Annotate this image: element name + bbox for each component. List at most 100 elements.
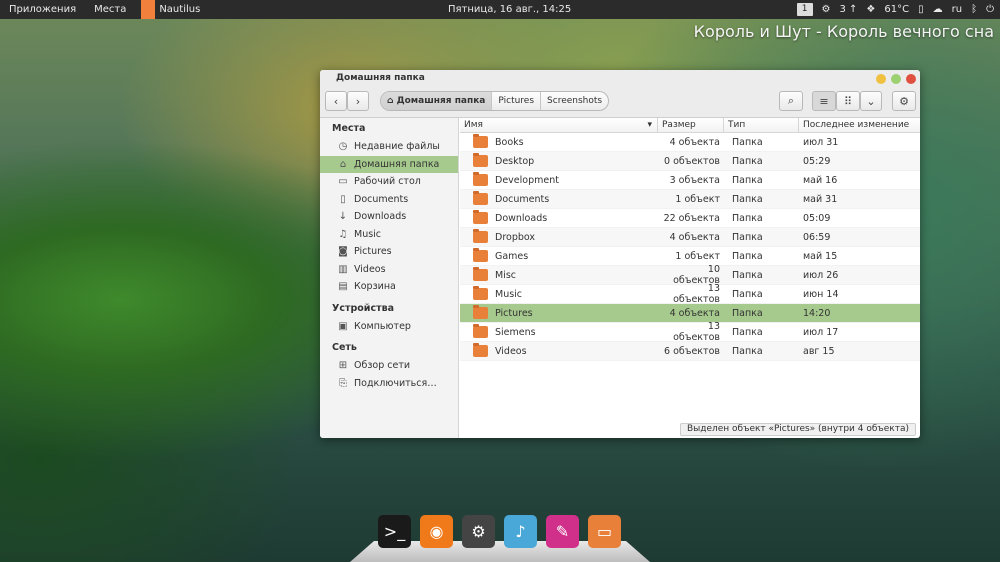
file-name: Desktop xyxy=(495,155,535,167)
clock[interactable]: Пятница, 16 авг., 14:25 xyxy=(448,0,571,19)
table-row[interactable]: Desktop 0 объектов Папка 05:29 xyxy=(460,152,920,171)
breadcrumb-home[interactable]: ⌂ Домашняя папка xyxy=(381,92,493,110)
sidebar-item-label: Videos xyxy=(354,263,386,275)
system-tray: 1 ⚙ 3 ↑ ❖ 61°C ▯ ☁ ru ᛒ ⏻ xyxy=(796,0,994,19)
column-size[interactable]: Размер xyxy=(658,118,724,132)
updates-indicator[interactable]: 3 ↑ xyxy=(840,4,858,15)
file-name-cell: Dropbox xyxy=(460,229,658,243)
steam-icon[interactable]: ⚙ xyxy=(822,4,831,15)
folder-icon xyxy=(473,134,488,148)
table-row[interactable]: Dropbox 4 объекта Папка 06:59 xyxy=(460,228,920,247)
dock-firefox-icon[interactable]: ◉ xyxy=(420,515,453,548)
table-row[interactable]: Videos 6 объектов Папка авг 15 xyxy=(460,342,920,361)
file-type: Папка xyxy=(732,155,763,167)
folder-icon xyxy=(473,343,488,357)
network-icon: ⊞ xyxy=(338,360,348,371)
folder-icon xyxy=(473,210,488,224)
sidebar-item-рабочий-стол[interactable]: ▭ Рабочий стол xyxy=(320,173,458,190)
sidebar-item-обзор-сети[interactable]: ⊞ Обзор сети xyxy=(320,357,458,374)
column-type[interactable]: Тип xyxy=(724,118,799,132)
active-app-menu[interactable]: Nautilus xyxy=(155,4,204,15)
keyboard-layout[interactable]: ru xyxy=(952,4,962,15)
maximize-button[interactable] xyxy=(891,74,901,84)
network-icon[interactable]: ☁ xyxy=(933,4,943,15)
dropbox-icon[interactable]: ❖ xyxy=(866,4,875,15)
file-name: Music xyxy=(495,288,523,300)
file-name-cell: Misc xyxy=(460,267,658,281)
grid-view-button[interactable]: ⠿ xyxy=(836,91,860,111)
settings-button[interactable]: ⚙ xyxy=(892,91,916,111)
file-name-cell: Music xyxy=(460,286,658,300)
file-size: 4 объекта xyxy=(669,307,720,319)
file-modified: май 16 xyxy=(803,174,838,186)
trash-icon: ▤ xyxy=(338,281,348,292)
sidebar-item-downloads[interactable]: ↓ Downloads xyxy=(320,208,458,225)
sidebar-item-videos[interactable]: ▥ Videos xyxy=(320,261,458,278)
sidebar-item-label: Подключиться… xyxy=(354,377,437,389)
back-button[interactable]: ‹ xyxy=(325,91,347,111)
workspace-indicator[interactable]: 1 xyxy=(796,3,813,16)
forward-button[interactable]: › xyxy=(347,91,369,111)
sidebar-item-домашняя-папка[interactable]: ⌂ Домашняя папка xyxy=(320,155,458,173)
file-size: 3 объекта xyxy=(669,174,720,186)
view-options-button[interactable]: ⌄ xyxy=(860,91,882,111)
file-name: Siemens xyxy=(495,326,536,338)
folder-icon xyxy=(473,191,488,205)
devices-header: Устройства xyxy=(332,303,395,314)
file-modified: 05:09 xyxy=(803,212,831,224)
title-bar[interactable]: Домашняя папка xyxy=(320,70,920,88)
file-name-cell: Videos xyxy=(460,343,658,357)
sidebar-item-documents[interactable]: ▯ Documents xyxy=(320,191,458,208)
dock-steam-icon[interactable]: ⚙ xyxy=(462,515,495,548)
sidebar-item-music[interactable]: ♫ Music xyxy=(320,226,458,243)
file-size: 1 объект xyxy=(675,193,720,205)
file-name: Pictures xyxy=(495,307,533,319)
table-row[interactable]: Downloads 22 объекта Папка 05:09 xyxy=(460,209,920,228)
minimize-button[interactable] xyxy=(876,74,886,84)
sidebar-item-label: Недавние файлы xyxy=(354,141,440,152)
bluetooth-icon[interactable]: ᛒ xyxy=(971,4,977,15)
file-type: Папка xyxy=(732,212,763,224)
table-row[interactable]: Books 4 объекта Папка июл 31 xyxy=(460,133,920,152)
list-view-button[interactable]: ≡ xyxy=(812,91,836,111)
table-row[interactable]: Music 13 объектов Папка июн 14 xyxy=(460,283,920,305)
network-header: Сеть xyxy=(332,342,357,353)
sidebar-item-компьютер[interactable]: ▣ Компьютер xyxy=(320,318,458,335)
sidebar-item-pictures[interactable]: ◙ Pictures xyxy=(320,243,458,260)
sidebar-item-подключиться…[interactable]: ⎘ Подключиться… xyxy=(320,375,458,392)
folder-icon xyxy=(473,229,488,243)
sidebar-item-корзина[interactable]: ▤ Корзина xyxy=(320,278,458,295)
temperature-indicator[interactable]: 61°C xyxy=(884,4,909,15)
power-icon[interactable]: ⏻ xyxy=(986,4,994,15)
column-modified[interactable]: Последнее изменение xyxy=(799,118,920,132)
breadcrumb-pictures[interactable]: Pictures xyxy=(492,92,542,110)
dock-files-icon[interactable]: ▭ xyxy=(588,515,621,548)
folder-icon xyxy=(473,172,488,186)
dock-terminal-icon[interactable]: >_ xyxy=(378,515,411,548)
search-button[interactable]: ⌕ xyxy=(779,91,803,111)
camera-icon: ◙ xyxy=(338,246,348,257)
table-row[interactable]: Siemens 13 объектов Папка июл 17 xyxy=(460,321,920,343)
applications-menu[interactable]: Приложения xyxy=(0,0,85,19)
status-bar: Выделен объект «Pictures» (внутри 4 объе… xyxy=(679,423,916,436)
column-name-label: Имя xyxy=(464,120,483,130)
folder-icon xyxy=(473,248,488,262)
chevron-left-icon: ‹ xyxy=(333,94,339,108)
breadcrumb-screenshots[interactable]: Screenshots xyxy=(541,92,608,110)
column-name[interactable]: Имя ▾ xyxy=(460,118,658,132)
close-button[interactable] xyxy=(906,74,916,84)
table-row[interactable]: Documents 1 объект Папка май 31 xyxy=(460,190,920,209)
dock-music-player-icon[interactable]: ♪ xyxy=(504,515,537,548)
table-row[interactable]: Development 3 объекта Папка май 16 xyxy=(460,171,920,190)
file-modified: авг 15 xyxy=(803,345,835,357)
dock-gimp-icon[interactable]: ✎ xyxy=(546,515,579,548)
file-name: Videos xyxy=(495,345,527,357)
battery-icon[interactable]: ▯ xyxy=(918,4,924,15)
sidebar-item-label: Рабочий стол xyxy=(354,176,421,187)
places-menu[interactable]: Места xyxy=(85,0,135,19)
places-header: Места xyxy=(332,123,366,134)
file-type: Папка xyxy=(732,231,763,243)
nautilus-icon xyxy=(141,0,156,19)
sidebar-item-label: Documents xyxy=(354,193,409,205)
sidebar-item-недавние-файлы[interactable]: ◷ Недавние файлы xyxy=(320,138,458,155)
